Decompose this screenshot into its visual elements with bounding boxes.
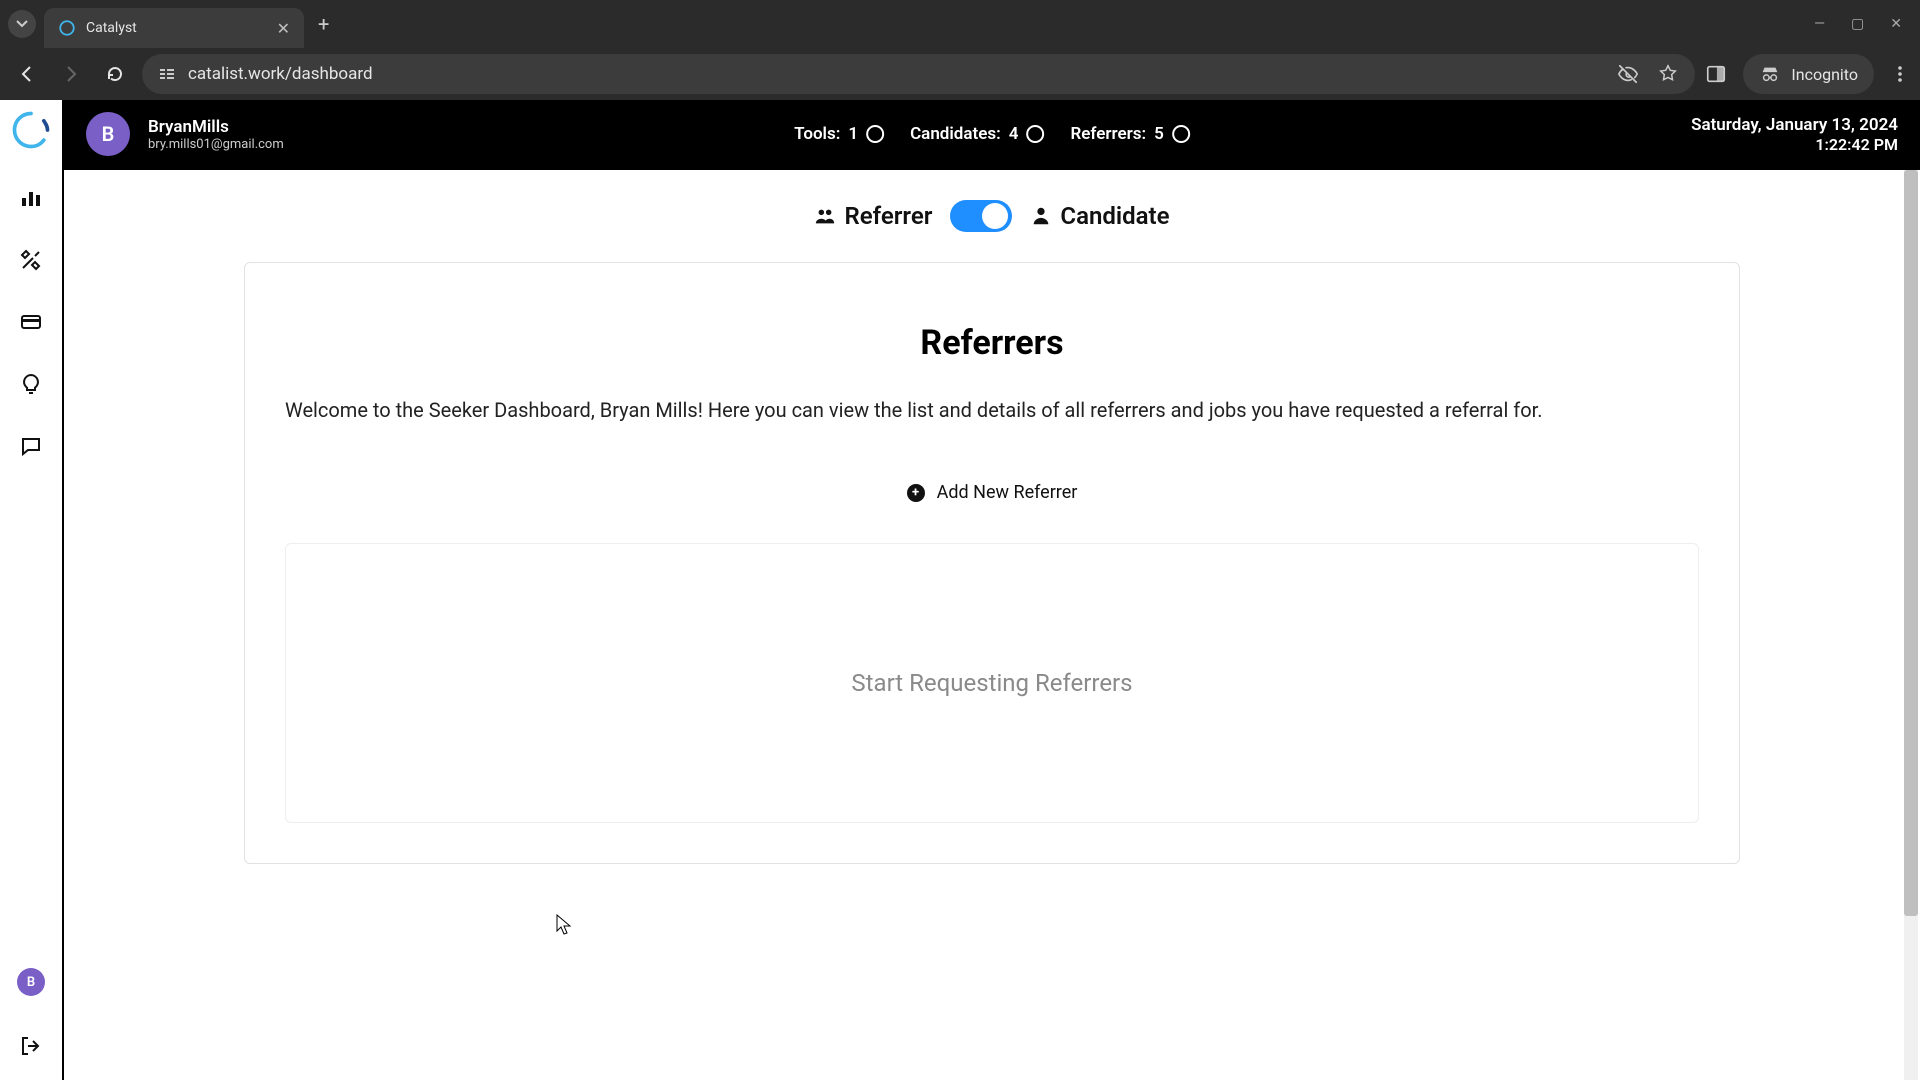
sidebar-item-messages[interactable]	[9, 424, 53, 468]
url-text: catalist.work/dashboard	[188, 64, 373, 84]
panel-title: Referrers	[285, 323, 1699, 363]
window-controls: — ▢ ✕	[1814, 16, 1912, 32]
tab-search-button[interactable]	[8, 10, 36, 38]
coin-icon	[1026, 125, 1044, 143]
current-date: Saturday, January 13, 2024	[1691, 115, 1898, 135]
incognito-indicator[interactable]: Incognito	[1743, 54, 1874, 94]
forward-button[interactable]	[54, 57, 88, 91]
empty-state-text: Start Requesting Referrers	[851, 669, 1132, 697]
datetime-block: Saturday, January 13, 2024 1:22:42 PM	[1691, 115, 1898, 154]
incognito-label: Incognito	[1791, 65, 1858, 84]
browser-tab[interactable]: Catalyst ✕	[44, 8, 304, 48]
arrow-left-icon	[17, 64, 37, 84]
reload-icon	[105, 64, 125, 84]
eye-off-icon[interactable]	[1617, 63, 1639, 85]
stat-candidates: Candidates: 4	[910, 124, 1044, 144]
mode-candidate[interactable]: Candidate	[1030, 202, 1169, 230]
main-column: B BryanMills bry.mills01@gmail.com Tools…	[64, 100, 1920, 1080]
toggle-knob	[982, 203, 1008, 229]
topbar: B BryanMills bry.mills01@gmail.com Tools…	[64, 100, 1920, 170]
lightbulb-icon	[19, 372, 43, 396]
side-panel-icon[interactable]	[1705, 63, 1727, 85]
address-bar[interactable]: catalist.work/dashboard	[142, 54, 1695, 94]
arrow-right-icon	[61, 64, 81, 84]
coin-icon	[866, 125, 884, 143]
browser-toolbar: catalist.work/dashboard Incognito	[0, 48, 1920, 100]
bookmark-star-icon[interactable]	[1657, 63, 1679, 85]
user-email: bry.mills01@gmail.com	[148, 137, 284, 152]
stat-referrers: Referrers: 5	[1070, 124, 1189, 144]
mode-candidate-label: Candidate	[1060, 202, 1169, 230]
chat-icon	[19, 434, 43, 458]
stat-candidates-value: 4	[1009, 124, 1019, 144]
tab-title: Catalyst	[86, 20, 267, 36]
sidebar-item-billing[interactable]	[9, 300, 53, 344]
logout-icon	[19, 1034, 43, 1058]
stat-tools-value: 1	[848, 124, 858, 144]
sidebar-item-ideas[interactable]	[9, 362, 53, 406]
panel-welcome-text: Welcome to the Seeker Dashboard, Bryan M…	[285, 395, 1699, 426]
user-avatar-initial: B	[102, 122, 115, 146]
stat-tools-label: Tools:	[794, 124, 840, 144]
browser-tab-strip: Catalyst ✕ + — ▢ ✕	[0, 0, 1920, 48]
stats-bar: Tools: 1 Candidates: 4 Referrers: 5	[794, 124, 1190, 144]
stat-referrers-value: 5	[1154, 124, 1164, 144]
person-icon	[1030, 205, 1052, 227]
stat-tools: Tools: 1	[794, 124, 884, 144]
close-window-button[interactable]: ✕	[1890, 16, 1902, 32]
mode-referrer-label: Referrer	[844, 202, 932, 230]
credit-card-icon	[19, 310, 43, 334]
site-settings-icon[interactable]	[158, 65, 176, 83]
empty-state-box[interactable]: Start Requesting Referrers	[285, 543, 1699, 823]
mode-toggle-row: Referrer Candidate	[64, 200, 1920, 232]
sidebar-item-dashboard[interactable]	[9, 176, 53, 220]
coin-icon	[1172, 125, 1190, 143]
incognito-icon	[1759, 63, 1781, 85]
sidebar: B	[0, 100, 64, 1080]
tools-icon	[19, 248, 43, 272]
chevron-down-icon	[16, 18, 28, 30]
plus-circle-icon: +	[907, 484, 925, 502]
sidebar-item-tools[interactable]	[9, 238, 53, 282]
content-area: Referrer Candidate Referrers Welcome to …	[64, 170, 1920, 1080]
app-logo-icon[interactable]	[9, 108, 53, 152]
maximize-button[interactable]: ▢	[1851, 16, 1864, 32]
new-tab-button[interactable]: +	[318, 12, 329, 36]
current-time: 1:22:42 PM	[1691, 135, 1898, 154]
sidebar-item-logout[interactable]	[9, 1024, 53, 1068]
bar-chart-icon	[19, 186, 43, 210]
people-icon	[814, 205, 836, 227]
user-block: BryanMills bry.mills01@gmail.com	[148, 117, 284, 152]
sidebar-avatar[interactable]: B	[17, 968, 45, 996]
mode-referrer[interactable]: Referrer	[814, 202, 932, 230]
user-avatar[interactable]: B	[86, 112, 130, 156]
close-tab-button[interactable]: ✕	[277, 19, 290, 38]
add-new-referrer-label: Add New Referrer	[937, 482, 1078, 503]
app-frame: B B BryanMills bry.mills01@gmail.com Too…	[0, 100, 1920, 1080]
minimize-button[interactable]: —	[1814, 16, 1825, 32]
scrollbar-thumb[interactable]	[1904, 170, 1918, 916]
kebab-menu-icon[interactable]	[1890, 64, 1910, 84]
mode-toggle[interactable]	[950, 200, 1012, 232]
reload-button[interactable]	[98, 57, 132, 91]
site-favicon-icon	[58, 19, 76, 37]
add-new-referrer-button[interactable]: + Add New Referrer	[285, 482, 1699, 503]
referrers-panel: Referrers Welcome to the Seeker Dashboar…	[244, 262, 1740, 864]
back-button[interactable]	[10, 57, 44, 91]
sidebar-avatar-initial: B	[27, 975, 35, 990]
user-name: BryanMills	[148, 117, 284, 137]
stat-referrers-label: Referrers:	[1070, 124, 1146, 144]
stat-candidates-label: Candidates:	[910, 124, 1001, 144]
